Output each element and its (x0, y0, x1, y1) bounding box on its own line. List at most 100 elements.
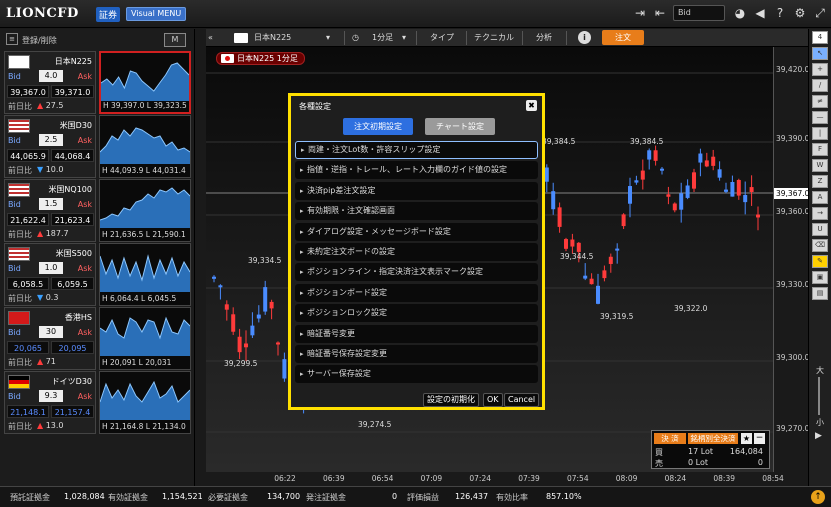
chart-tag-label: 日本N225 1分足 (237, 54, 298, 63)
eraser-tool-icon[interactable]: ⌫ (812, 239, 828, 252)
settings-item[interactable]: サーバー保存設定 (295, 365, 538, 384)
vline-tool-icon[interactable]: | (812, 127, 828, 140)
settings-item[interactable]: 未約定注文ボードの設定 (295, 243, 538, 261)
scroll-top-icon[interactable]: ↑ (811, 490, 825, 504)
mini-chart[interactable]: H 39,397.0 L 39,323.5 (99, 51, 191, 114)
timeframe-select[interactable]: 1分足 (372, 31, 393, 45)
pie-chart-icon[interactable]: ◕ (733, 6, 747, 20)
analysis-menu[interactable]: 分析 (536, 31, 552, 45)
crosshair-tool-icon[interactable]: + (812, 63, 828, 76)
candle-body (647, 150, 652, 160)
channel-tool-icon[interactable]: ≠ (812, 95, 828, 108)
question-icon[interactable]: ? (773, 6, 787, 20)
high-low-range: H 21,164.8 L 21,134.0 (102, 422, 186, 431)
instrument-card[interactable]: 米国NQ100 Bid 1.5 Ask 21,622.4 21,623.4 前日比 ▲ 187… (4, 179, 96, 242)
scroll-right-icon[interactable]: ▶ (815, 431, 822, 441)
ratio-value: 857.10% (546, 492, 582, 501)
instrument-card[interactable]: 米国S500 Bid 1.0 Ask 6,058.5 6,059.5 前日比 ▼ 0.3 (4, 243, 96, 306)
chart-type-menu[interactable]: タイプ (430, 31, 454, 45)
mini-chart[interactable]: H 21,164.8 L 21,134.0 (99, 371, 191, 434)
settings-item[interactable]: ダイアログ設定・メッセージボード設定 (295, 222, 538, 241)
settings-item[interactable]: 暗証番号保存設定変更 (295, 345, 538, 363)
save-tool-icon[interactable]: ▣ (812, 271, 828, 284)
settings-item[interactable]: 決済pip差注文設定 (295, 181, 538, 200)
settings-item[interactable]: ポジションライン・指定決済注文表示マーク設定 (295, 263, 538, 282)
instrument-row[interactable]: 米国D30 Bid 2.5 Ask 44,065.9 44,068.4 前日比 ▼ 10.0 H… (4, 115, 192, 178)
symbol-select[interactable]: 日本N225 (254, 31, 291, 45)
reset-settings-button[interactable]: 設定の初期化 (423, 393, 479, 407)
info-icon[interactable]: i (578, 31, 591, 44)
settings-item[interactable]: ポジションロック設定 (295, 304, 538, 323)
zoom-slider[interactable] (818, 377, 820, 415)
settings-item[interactable]: 有効期限・注文確認画面 (295, 202, 538, 221)
wave-tool-icon[interactable]: W (812, 159, 828, 172)
fullscreen-icon[interactable]: ⤢ (813, 6, 827, 21)
login-icon[interactable]: ⇤ (653, 6, 667, 20)
ok-button[interactable]: OK (483, 393, 503, 407)
ask-price-button[interactable]: 21,623.4 (51, 213, 94, 226)
ask-price-button[interactable]: 21,157.4 (51, 405, 94, 418)
instrument-row[interactable]: 米国NQ100 Bid 1.5 Ask 21,622.4 21,623.4 前日比 ▲ 187… (4, 179, 192, 242)
ask-price-button[interactable]: 20,095 (51, 341, 94, 354)
hline-tool-icon[interactable]: — (812, 111, 828, 124)
tab-chart-settings[interactable]: チャート設定 (425, 118, 495, 135)
high-low-range: H 20,091 L 20,031 (102, 358, 172, 367)
mini-chart[interactable]: H 44,093.9 L 44,031.4 (99, 115, 191, 178)
bid-price-button[interactable]: 21,148.1 (7, 405, 49, 418)
instrument-row[interactable]: 米国S500 Bid 1.0 Ask 6,058.5 6,059.5 前日比 ▼ 0.3 H 6… (4, 243, 192, 306)
instrument-row[interactable]: 日本N225 Bid 4.0 Ask 39,367.0 39,371.0 前日比 ▲ 27.5… (4, 51, 192, 114)
gear-icon[interactable]: ⚙ (793, 6, 807, 20)
magnet-tool-icon[interactable]: U (812, 223, 828, 236)
megaphone-icon[interactable]: ◀ (753, 6, 767, 20)
order-button[interactable]: 注文 (602, 30, 644, 45)
settle-all-button[interactable]: 銘柄別全決済 (688, 433, 738, 444)
tab-order-settings[interactable]: 注文初期設定 (343, 118, 413, 135)
settings-item[interactable]: 暗証番号変更 (295, 324, 538, 343)
bid-price-button[interactable]: 44,065.9 (7, 149, 49, 162)
pencil-tool-icon[interactable]: ✎ (812, 255, 828, 268)
price-type-select[interactable]: Bid (673, 5, 725, 21)
list-icon[interactable]: ≡ (6, 33, 18, 45)
mini-chart[interactable]: H 21,636.5 L 21,590.1 (99, 179, 191, 242)
layers-tool-icon[interactable]: ▤ (812, 287, 828, 300)
arrow-tool-icon[interactable]: → (812, 207, 828, 220)
chevron-down-icon[interactable]: ▾ (402, 31, 406, 45)
trendline-tool-icon[interactable]: / (812, 79, 828, 92)
candle-body (698, 153, 703, 163)
cursor-tool-icon[interactable]: ↖ (812, 47, 828, 60)
logout-icon[interactable]: ⇥ (633, 6, 647, 20)
instrument-row[interactable]: ドイツD30 Bid 9.3 Ask 21,148.1 21,157.4 前日比 ▲ 13.0… (4, 371, 192, 434)
instrument-card[interactable]: 香港HS Bid 30 Ask 20,065 20,095 前日比 ▲ 71 (4, 307, 96, 370)
bid-price-button[interactable]: 39,367.0 (7, 85, 49, 98)
register-button[interactable]: 登録/削除 (22, 35, 57, 46)
bid-price-button[interactable]: 21,622.4 (7, 213, 49, 226)
mini-chart[interactable]: H 6,064.4 L 6,045.5 (99, 243, 191, 306)
instrument-card[interactable]: ドイツD30 Bid 9.3 Ask 21,148.1 21,157.4 前日比 ▲ 13.0 (4, 371, 96, 434)
instrument-card[interactable]: 日本N225 Bid 4.0 Ask 39,367.0 39,371.0 前日比 ▲ 27.5 (4, 51, 96, 114)
m-button[interactable]: M (164, 33, 186, 47)
settings-item[interactable]: 両建・注文Lot数・許容スリップ設定 (295, 141, 538, 159)
close-icon[interactable]: ✖ (526, 100, 537, 111)
text-tool-icon[interactable]: A (812, 191, 828, 204)
cancel-button[interactable]: Cancel (504, 393, 540, 407)
minimize-icon[interactable]: − (754, 433, 765, 444)
ask-price-button[interactable]: 6,059.5 (51, 277, 94, 290)
bid-price-button[interactable]: 6,058.5 (7, 277, 49, 290)
instrument-row[interactable]: 香港HS Bid 30 Ask 20,065 20,095 前日比 ▲ 71 H 20,091 … (4, 307, 192, 370)
settings-item[interactable]: ポジションボード設定 (295, 283, 538, 302)
bid-price-button[interactable]: 20,065 (7, 341, 49, 354)
ask-price-button[interactable]: 44,068.4 (51, 149, 94, 162)
ask-price-button[interactable]: 39,371.0 (51, 85, 94, 98)
settings-item[interactable]: 指値・逆指・トレール、レート入力欄のガイド値の設定 (295, 161, 538, 180)
star-icon[interactable]: ★ (741, 433, 752, 444)
settle-button[interactable]: 決 済 (654, 433, 686, 444)
collapse-left-icon[interactable]: « (208, 31, 213, 45)
zigzag-tool-icon[interactable]: Z (812, 175, 828, 188)
chart-count-button[interactable]: 4 (812, 31, 828, 44)
mini-chart[interactable]: H 20,091 L 20,031 (99, 307, 191, 370)
technical-menu[interactable]: テクニカル (474, 31, 514, 45)
chevron-down-icon[interactable]: ▾ (326, 31, 330, 45)
instrument-card[interactable]: 米国D30 Bid 2.5 Ask 44,065.9 44,068.4 前日比 ▼ 10.0 (4, 115, 96, 178)
fib-tool-icon[interactable]: F (812, 143, 828, 156)
visual-menu-button[interactable]: Visual MENU (126, 7, 187, 21)
